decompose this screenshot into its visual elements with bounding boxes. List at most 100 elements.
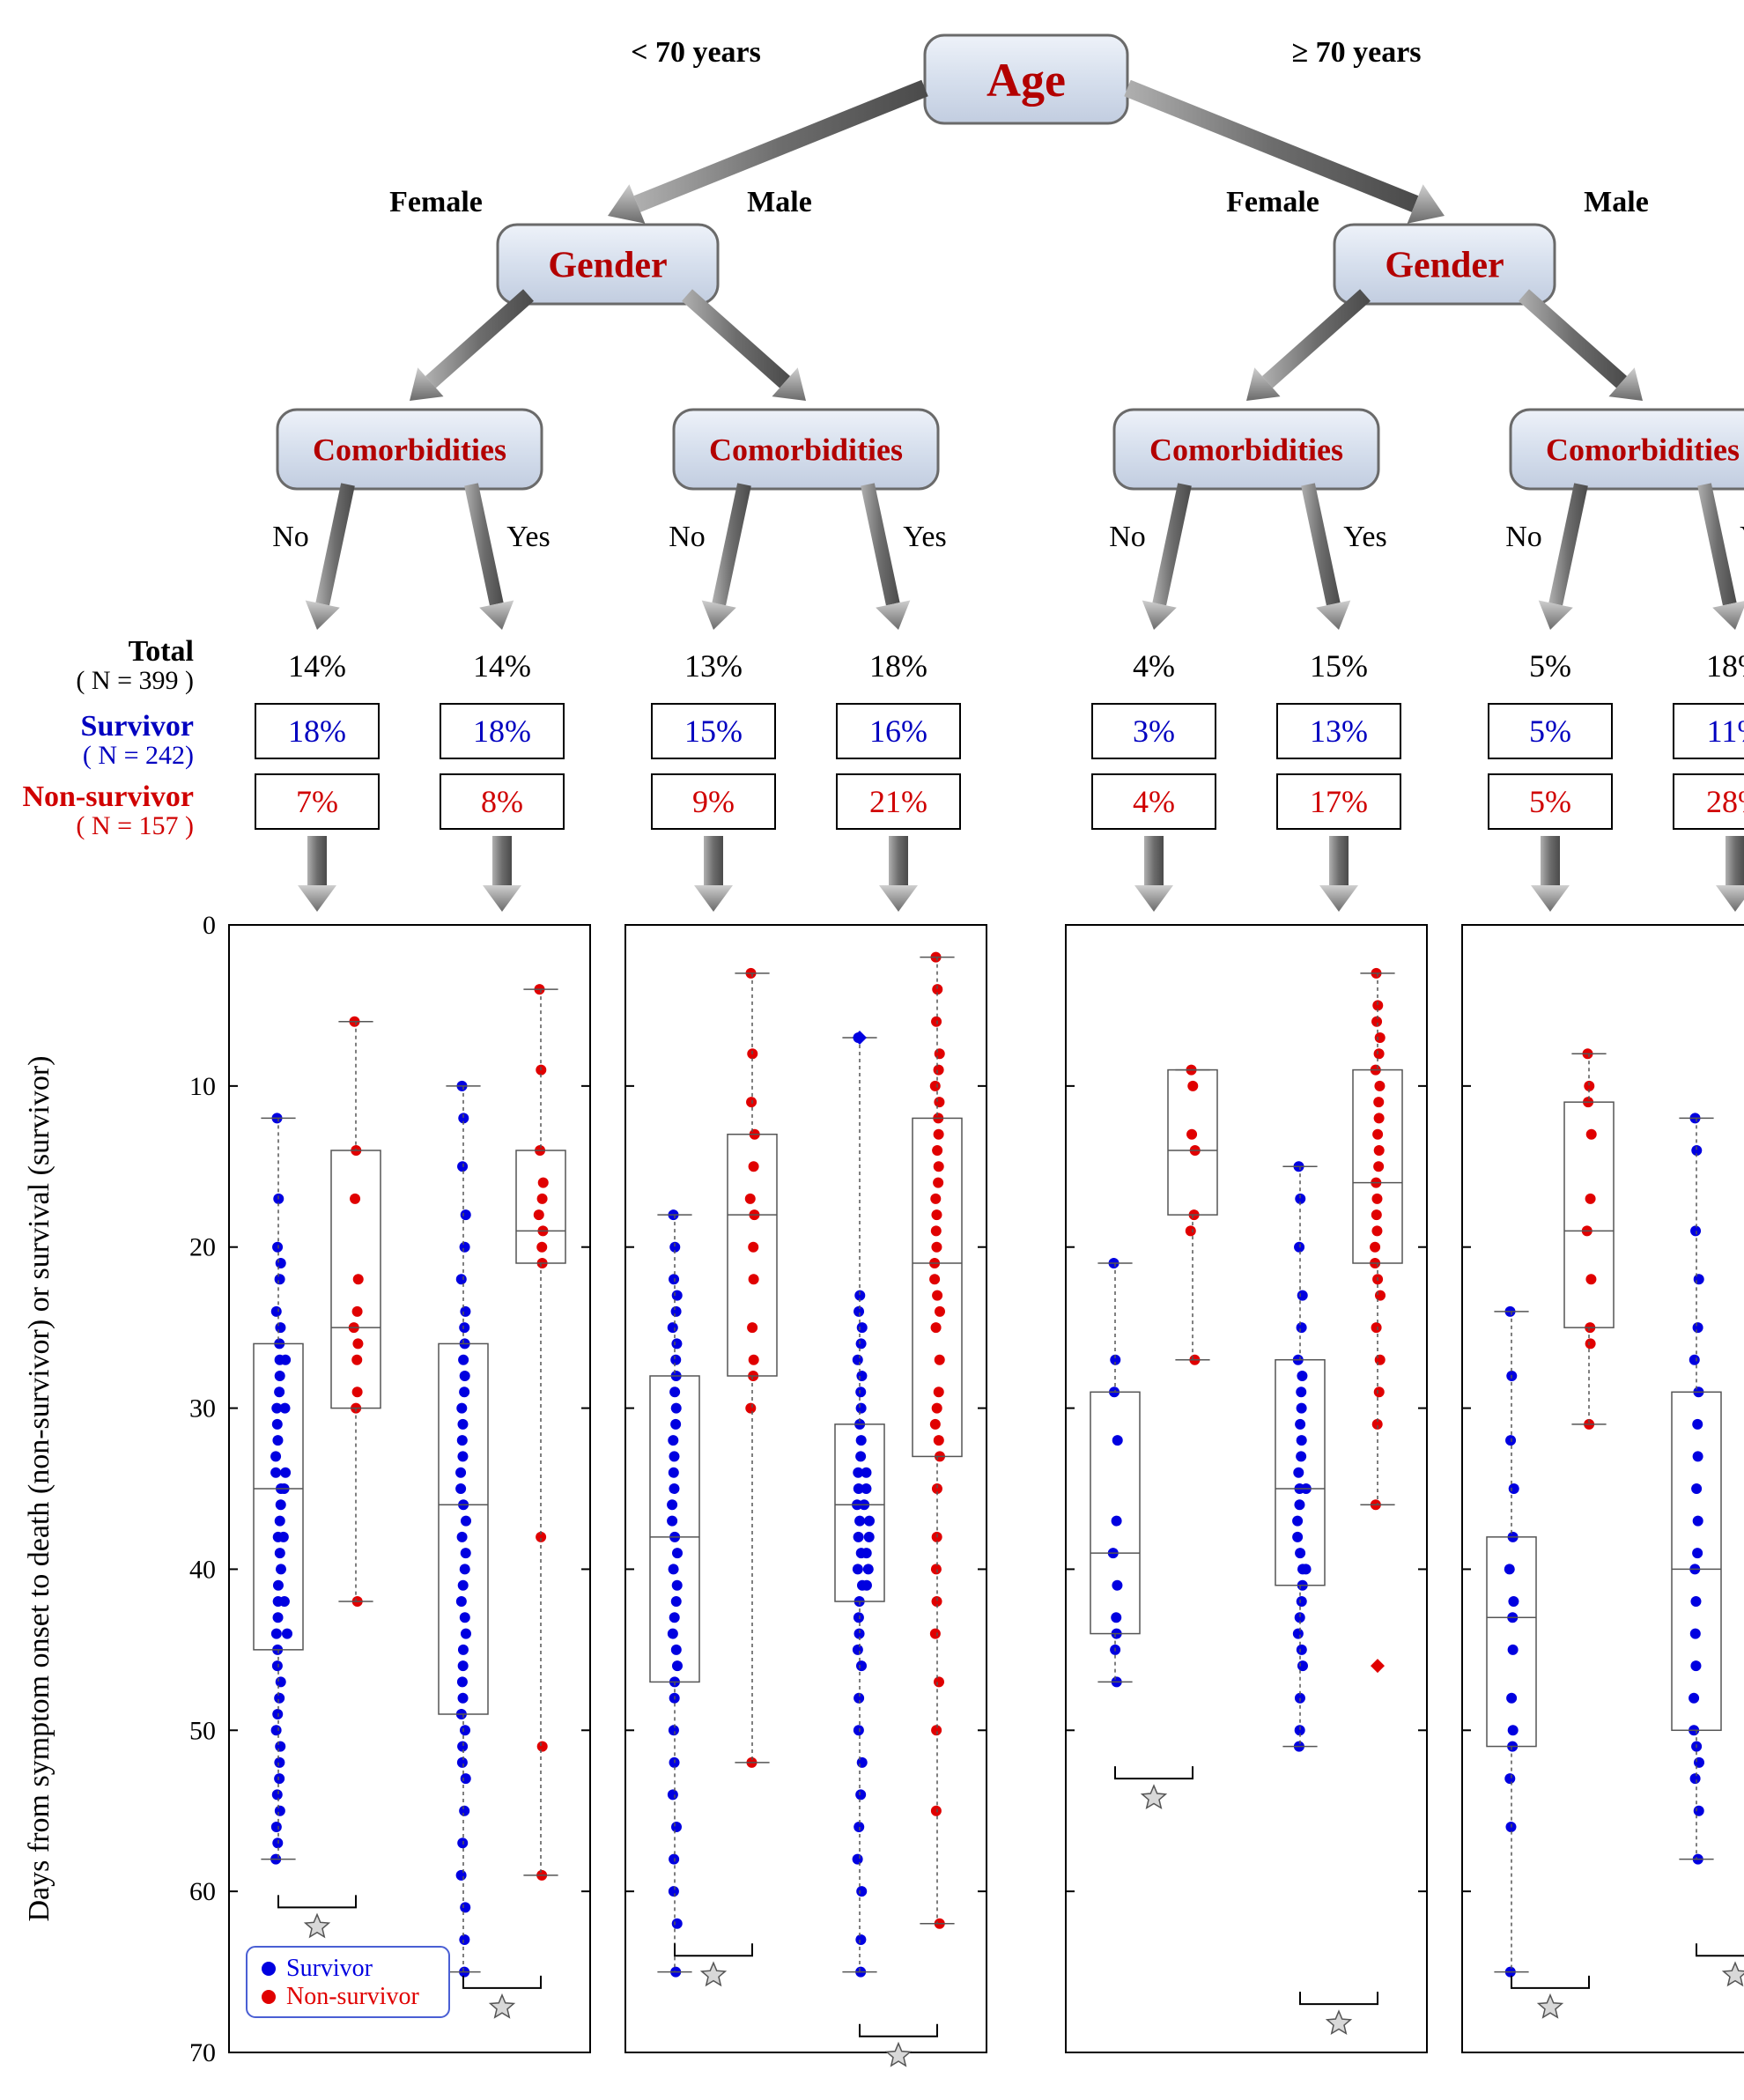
arrow-to-chart-3 bbox=[879, 836, 918, 912]
arrow-comorb-4 bbox=[1142, 483, 1192, 630]
age-split-left: < 70 years bbox=[631, 36, 761, 69]
sig-star-ge70_f_yes bbox=[1327, 2011, 1351, 2033]
arrow-comorb-1 bbox=[464, 483, 514, 630]
sig-star-lt70_m_no bbox=[702, 1963, 726, 1985]
sig-star-ge70_f_no bbox=[1142, 1786, 1166, 1808]
svg-text:50: 50 bbox=[189, 1716, 216, 1745]
svg-text:Age: Age bbox=[987, 54, 1066, 107]
arrow-gender-2 bbox=[1246, 289, 1371, 401]
arrow-to-chart-0 bbox=[298, 836, 336, 912]
sig-star-ge70_m_yes bbox=[1724, 1963, 1744, 1985]
points-surv-ge70_f_yes bbox=[1292, 1161, 1312, 1751]
pct-nons-ge70_f_no: 4% bbox=[1133, 784, 1175, 819]
arrow-comorb-7 bbox=[1697, 483, 1744, 630]
age-node: Age bbox=[925, 35, 1127, 123]
comorb-node-1: Comorbidities bbox=[674, 410, 938, 489]
svg-text:10: 10 bbox=[189, 1072, 216, 1101]
svg-text:0: 0 bbox=[203, 911, 216, 940]
svg-text:Comorbidities: Comorbidities bbox=[313, 433, 506, 468]
svg-text:Comorbidities: Comorbidities bbox=[709, 433, 903, 468]
pct-surv-lt70_f_no: 18% bbox=[288, 714, 346, 749]
pct-nons-lt70_f_yes: 8% bbox=[481, 784, 523, 819]
svg-text:( N = 242): ( N = 242) bbox=[83, 741, 194, 770]
pct-total-ge70_f_yes: 15% bbox=[1310, 648, 1368, 684]
pct-nons-lt70_f_no: 7% bbox=[296, 784, 338, 819]
comorb-node-0: Comorbidities bbox=[277, 410, 542, 489]
sig-star-lt70_f_yes bbox=[491, 1995, 514, 2017]
arrow-gender-1 bbox=[682, 289, 806, 401]
gender-node-left: Gender bbox=[498, 225, 718, 304]
svg-text:Non-survivor: Non-survivor bbox=[286, 1983, 420, 2010]
figure: Age < 70 years ≥ 70 years Gender Gender Femal… bbox=[0, 0, 1744, 2100]
pct-surv-lt70_f_yes: 18% bbox=[473, 714, 531, 749]
points-nons-lt70_f_no bbox=[349, 1017, 364, 1607]
sig-star-lt70_m_yes bbox=[887, 2044, 911, 2066]
pct-surv-ge70_f_no: 3% bbox=[1133, 714, 1175, 749]
legend: SurvivorNon-survivor bbox=[247, 1947, 449, 2017]
pct-total-ge70_m_yes: 18% bbox=[1706, 648, 1744, 684]
svg-text:No: No bbox=[272, 521, 309, 553]
svg-text:Female: Female bbox=[1226, 186, 1319, 218]
pct-surv-lt70_m_no: 15% bbox=[684, 714, 743, 749]
svg-text:Yes: Yes bbox=[903, 521, 946, 553]
pct-surv-ge70_m_no: 5% bbox=[1529, 714, 1571, 749]
pct-nons-ge70_m_yes: 28% bbox=[1706, 784, 1744, 819]
arrow-to-chart-6 bbox=[1531, 836, 1570, 912]
arrow-comorb-0 bbox=[306, 483, 355, 630]
svg-text:Non-survivor: Non-survivor bbox=[22, 780, 194, 813]
pct-total-ge70_m_no: 5% bbox=[1529, 648, 1571, 684]
arrow-to-chart-4 bbox=[1134, 836, 1173, 912]
pct-nons-lt70_m_yes: 21% bbox=[869, 784, 927, 819]
svg-text:Comorbidities: Comorbidities bbox=[1149, 433, 1343, 468]
svg-text:( N = 157 ): ( N = 157 ) bbox=[76, 811, 194, 840]
svg-text:No: No bbox=[669, 521, 706, 553]
svg-text:30: 30 bbox=[189, 1394, 216, 1423]
comorb-node-3: Comorbidities bbox=[1511, 410, 1744, 489]
svg-text:Survivor: Survivor bbox=[286, 1955, 373, 1982]
svg-text:No: No bbox=[1109, 521, 1146, 553]
svg-text:No: No bbox=[1505, 521, 1542, 553]
svg-text:Gender: Gender bbox=[1385, 246, 1504, 286]
panel-frame-2 bbox=[1066, 925, 1427, 2052]
arrow-gender-0 bbox=[410, 289, 534, 401]
pct-total-lt70_f_yes: 14% bbox=[473, 648, 531, 684]
pct-total-lt70_f_no: 14% bbox=[288, 648, 346, 684]
svg-text:Yes: Yes bbox=[1343, 521, 1386, 553]
arrow-gender-3 bbox=[1519, 289, 1643, 401]
svg-text:Total: Total bbox=[129, 635, 194, 668]
sig-star-lt70_f_no bbox=[306, 1914, 329, 1936]
points-surv-lt70_m_no bbox=[667, 1209, 683, 1977]
sig-star-ge70_m_no bbox=[1539, 1995, 1563, 2017]
svg-text:40: 40 bbox=[189, 1555, 216, 1584]
pct-surv-ge70_m_yes: 11% bbox=[1707, 714, 1744, 749]
pct-nons-lt70_m_no: 9% bbox=[692, 784, 735, 819]
arrow-comorb-2 bbox=[702, 483, 751, 630]
age-split-right: ≥ 70 years bbox=[1291, 36, 1421, 69]
arrow-comorb-3 bbox=[861, 483, 910, 630]
pct-surv-ge70_f_yes: 13% bbox=[1310, 714, 1368, 749]
svg-text:Gender: Gender bbox=[548, 246, 667, 286]
svg-text:Yes: Yes bbox=[1740, 521, 1744, 553]
svg-text:Survivor: Survivor bbox=[81, 710, 194, 743]
svg-text:Comorbidities: Comorbidities bbox=[1546, 433, 1740, 468]
svg-text:Female: Female bbox=[389, 186, 483, 218]
gender-node-right: Gender bbox=[1334, 225, 1555, 304]
pct-nons-ge70_f_yes: 17% bbox=[1310, 784, 1368, 819]
svg-text:60: 60 bbox=[189, 1877, 216, 1906]
svg-text:Male: Male bbox=[747, 186, 812, 218]
arrow-to-chart-5 bbox=[1319, 836, 1358, 912]
pct-surv-lt70_m_yes: 16% bbox=[869, 714, 927, 749]
svg-text:70: 70 bbox=[189, 2038, 216, 2067]
pct-total-lt70_m_yes: 18% bbox=[869, 648, 927, 684]
svg-text:Male: Male bbox=[1584, 186, 1649, 218]
arrow-comorb-6 bbox=[1539, 483, 1588, 630]
svg-text:Yes: Yes bbox=[506, 521, 550, 553]
y-axis-label: Days from symptom onset to death (non-su… bbox=[23, 1056, 55, 1922]
pct-total-lt70_m_no: 13% bbox=[684, 648, 743, 684]
svg-text:( N = 399 ): ( N = 399 ) bbox=[76, 666, 194, 695]
arrow-to-chart-7 bbox=[1716, 836, 1744, 912]
pct-total-ge70_f_no: 4% bbox=[1133, 648, 1175, 684]
pct-nons-ge70_m_no: 5% bbox=[1529, 784, 1571, 819]
comorb-node-2: Comorbidities bbox=[1114, 410, 1378, 489]
arrow-comorb-5 bbox=[1301, 483, 1350, 630]
